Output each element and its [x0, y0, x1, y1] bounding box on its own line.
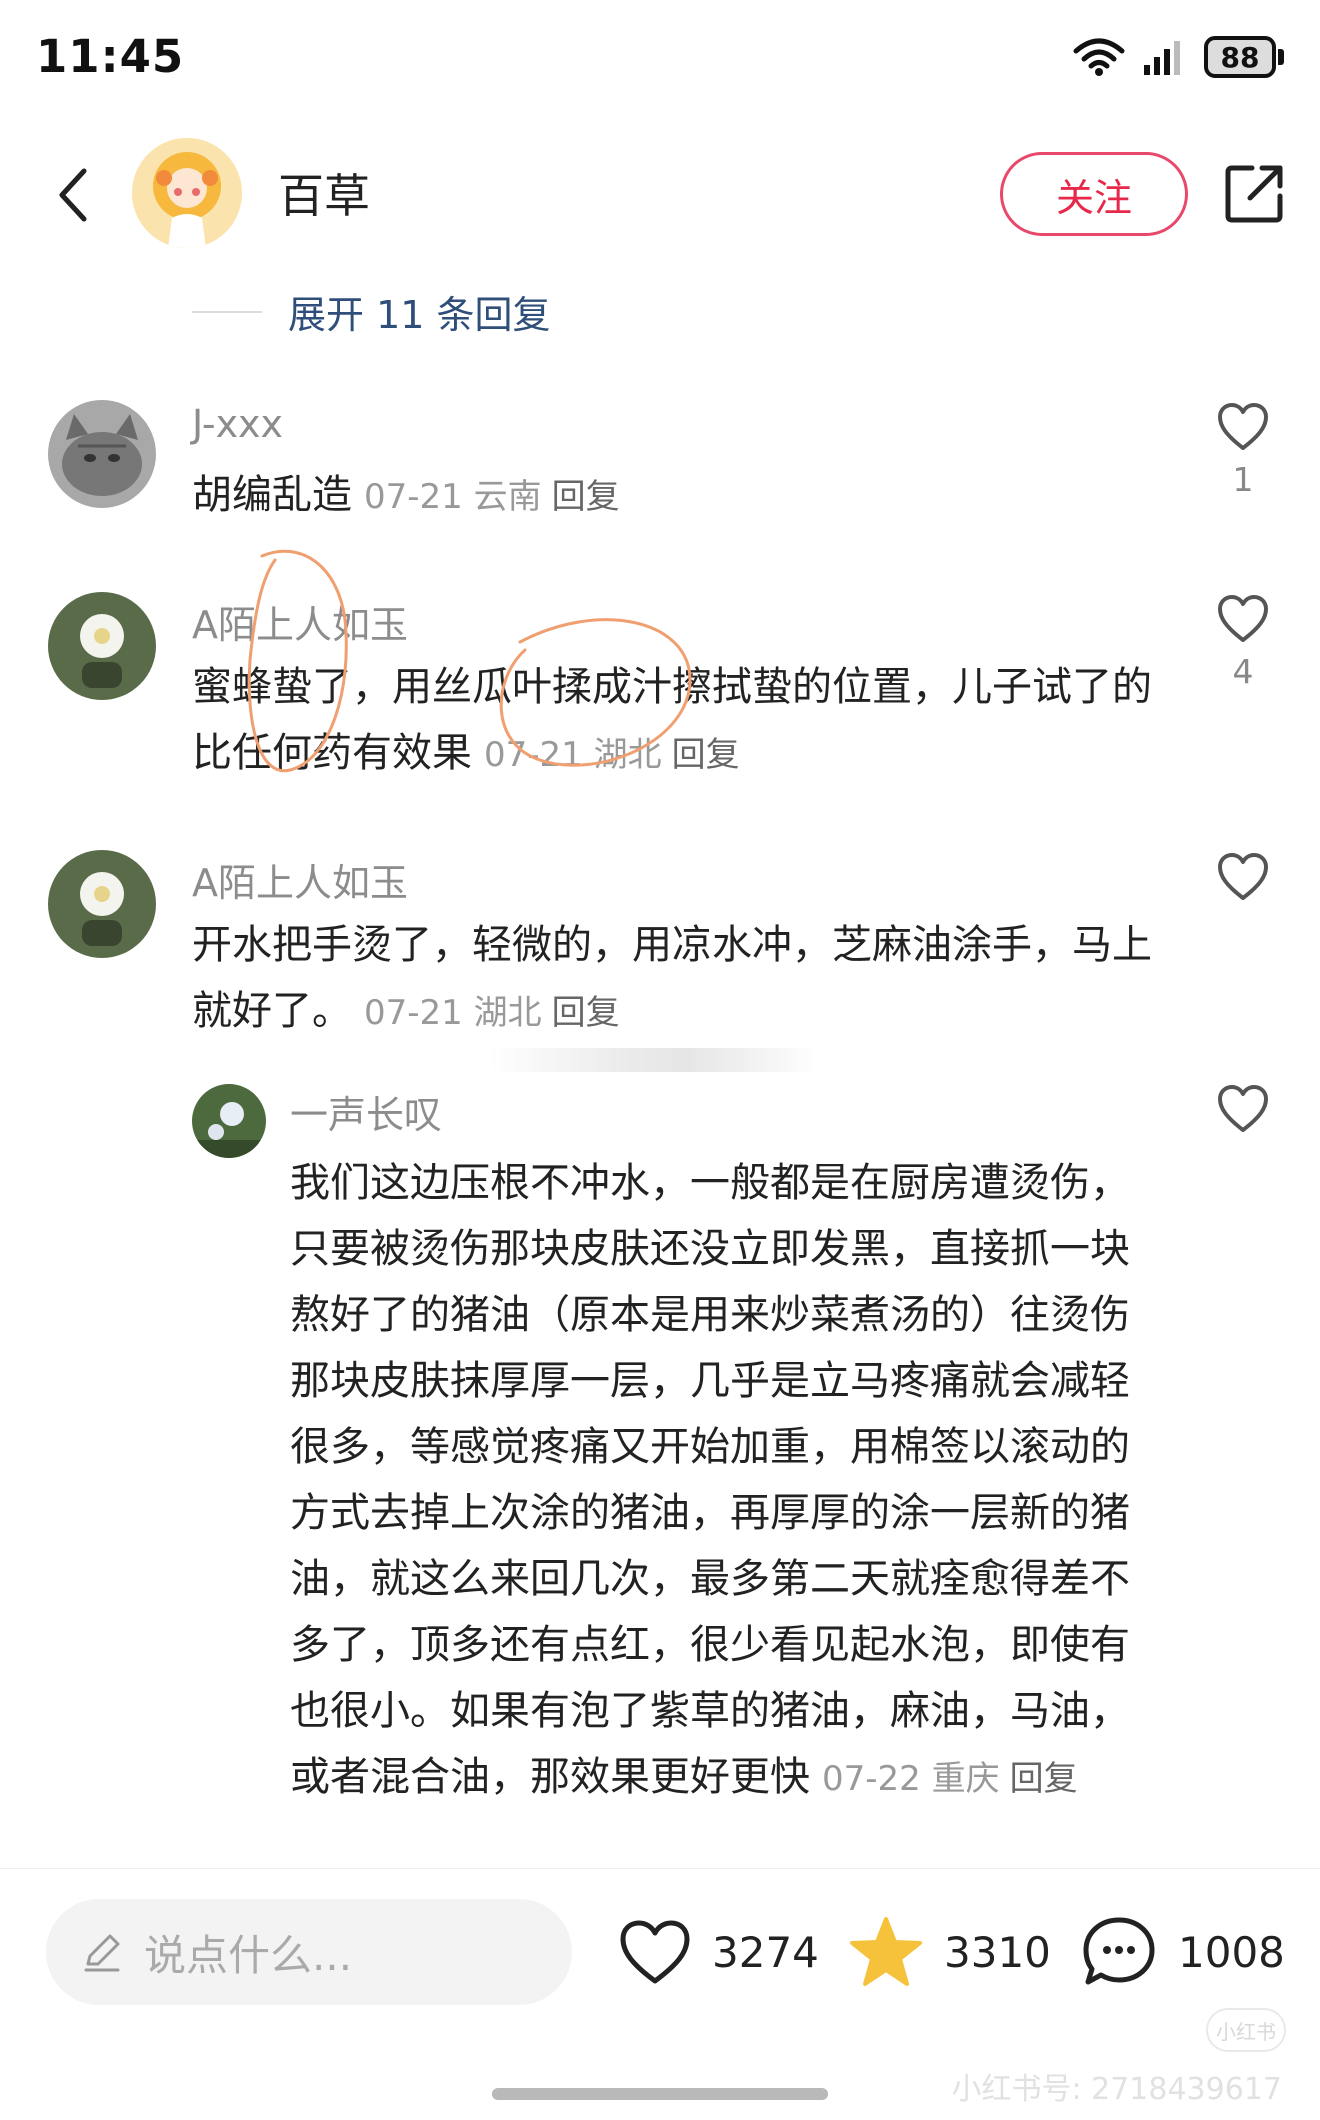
heart-icon: [1218, 595, 1268, 642]
reply-button[interactable]: 回复: [1010, 1759, 1078, 1799]
chevron-left-icon: [59, 168, 87, 222]
follow-button[interactable]: 关注: [1000, 152, 1188, 236]
blurred-divider: [490, 1048, 820, 1072]
author-name[interactable]: 百草: [278, 160, 370, 226]
avatar[interactable]: [48, 400, 156, 508]
like-post-button[interactable]: 3274: [618, 1907, 819, 1997]
battery-icon: 88: [1204, 36, 1284, 78]
like-count: 1: [1232, 460, 1254, 499]
comment-body: 蜜蜂蛰了，用丝瓜叶揉成汁擦拭蛰的位置，儿子试了的比任何药有效果 07-21 湖北回…: [192, 654, 1172, 788]
reply-meta: 07-22 重庆 回复: [822, 1759, 1078, 1799]
pen-icon: [84, 1934, 120, 1972]
comment-location: 湖北: [593, 735, 662, 775]
like-count: 4: [1232, 652, 1254, 691]
comment-location: 湖北: [473, 993, 542, 1033]
like-count: 3274: [712, 1927, 819, 1977]
heart-icon: [1218, 1085, 1268, 1132]
collect-button[interactable]: 3310: [848, 1907, 1051, 1997]
battery-level: 88: [1204, 36, 1276, 78]
back-button[interactable]: [42, 160, 102, 230]
like-button[interactable]: 1: [1208, 402, 1278, 499]
comment-button[interactable]: 1008: [1080, 1907, 1285, 1997]
comment-date: 07-21: [484, 735, 583, 775]
comment-input[interactable]: 说点什么...: [46, 1899, 572, 2005]
comment-date: 07-21: [364, 477, 463, 517]
comment-username[interactable]: A陌上人如玉: [192, 594, 408, 649]
reply-button[interactable]: 回复: [552, 993, 620, 1033]
expand-divider: [192, 310, 262, 313]
comment-username[interactable]: J-xxx: [192, 402, 283, 446]
avatar[interactable]: [48, 592, 156, 700]
comment-meta: 07-21 云南 回复: [364, 477, 620, 517]
reply-location: 重庆: [931, 1759, 1000, 1799]
comment-body: 胡编乱造 07-21 云南 回复: [192, 462, 1172, 530]
watermark-logo: 小红书: [1206, 2008, 1286, 2052]
wifi-icon: [1073, 38, 1125, 76]
like-button[interactable]: [1208, 1084, 1278, 1138]
reply-body: 我们这边压根不冲水，一般都是在厨房遭烫伤，只要被烫伤那块皮肤还没立即发黑，直接抓…: [290, 1150, 1150, 1812]
comment-count: 1008: [1178, 1927, 1285, 1977]
author-avatar[interactable]: [132, 138, 242, 248]
comment-date: 07-21: [364, 993, 463, 1033]
comment-text: 开水把手烫了，轻微的，用凉水冲，芝麻油涂手，马上就好了。: [192, 922, 1152, 1034]
post-header: 百草 关注: [0, 130, 1320, 260]
status-bar: 11:45 88: [0, 0, 1320, 120]
avatar[interactable]: [192, 1084, 266, 1158]
expand-replies-label: 展开 11 条回复: [288, 293, 551, 337]
comment-meta: 07-21 湖北 回复: [364, 993, 620, 1033]
comment-location: 云南: [473, 477, 542, 517]
comment-meta: 07-21 湖北 回复: [484, 735, 740, 775]
signal-icon: [1144, 41, 1180, 75]
like-button[interactable]: [1208, 852, 1278, 906]
status-icons: 88: [1072, 36, 1284, 78]
reply-button[interactable]: 回复: [672, 735, 740, 775]
comment-input-placeholder: 说点什么...: [144, 1930, 353, 1980]
comment-text: 胡编乱造: [192, 472, 352, 518]
collect-count: 3310: [944, 1927, 1051, 1977]
watermark: 小红书号: 2718439617: [951, 2072, 1282, 2107]
comment-body: 开水把手烫了，轻微的，用凉水冲，芝麻油涂手，马上就好了。 07-21 湖北 回复: [192, 912, 1172, 1046]
like-button[interactable]: 4: [1208, 594, 1278, 691]
chat-bubble-icon: [1083, 1917, 1155, 1985]
heart-icon: [1218, 403, 1268, 450]
bottom-action-bar: 说点什么... 3274 3310 1008: [0, 1868, 1320, 2028]
reply-button[interactable]: 回复: [552, 477, 620, 517]
reply-text: 我们这边压根不冲水，一般都是在厨房遭烫伤，只要被烫伤那块皮肤还没立即发黑，直接抓…: [290, 1160, 1130, 1800]
share-button[interactable]: [1222, 160, 1288, 226]
comment-username[interactable]: A陌上人如玉: [192, 852, 408, 907]
status-time: 11:45: [36, 30, 185, 83]
star-icon: [850, 1917, 922, 1986]
home-indicator[interactable]: [492, 2088, 828, 2100]
heart-icon: [620, 1920, 690, 1984]
reply-username[interactable]: 一声长叹: [290, 1084, 442, 1139]
avatar[interactable]: [48, 850, 156, 958]
heart-icon: [1218, 853, 1268, 900]
expand-replies-link[interactable]: 展开 11 条回复: [192, 284, 551, 339]
share-icon: [1225, 165, 1283, 223]
reply-date: 07-22: [822, 1759, 921, 1799]
